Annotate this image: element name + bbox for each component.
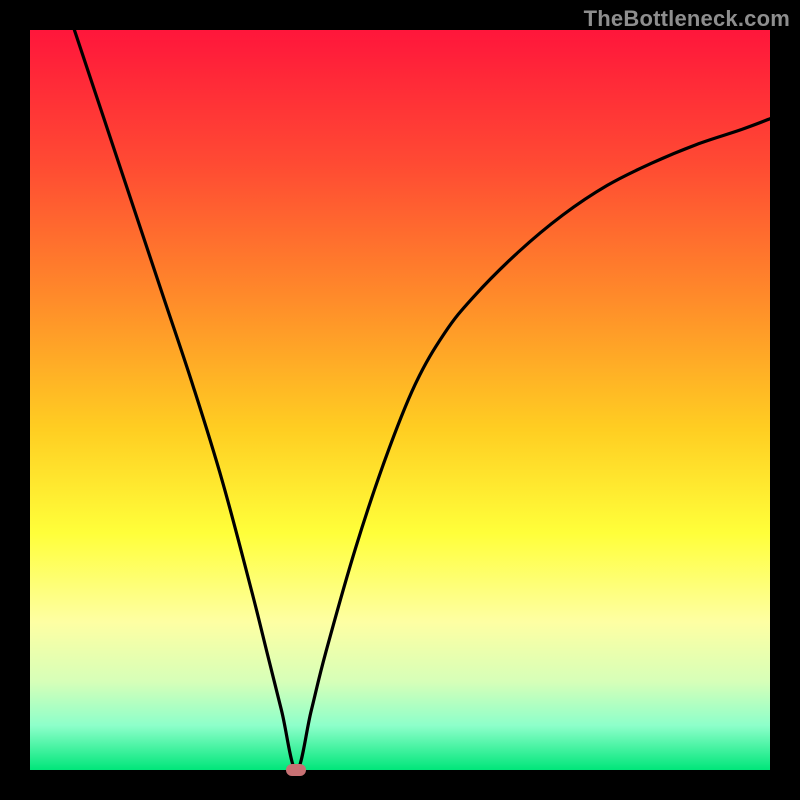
chart-frame: TheBottleneck.com	[0, 0, 800, 800]
minimum-marker	[286, 764, 306, 776]
bottleneck-curve	[74, 30, 770, 770]
watermark-text: TheBottleneck.com	[584, 6, 790, 32]
curve-svg	[30, 30, 770, 770]
plot-area	[30, 30, 770, 770]
